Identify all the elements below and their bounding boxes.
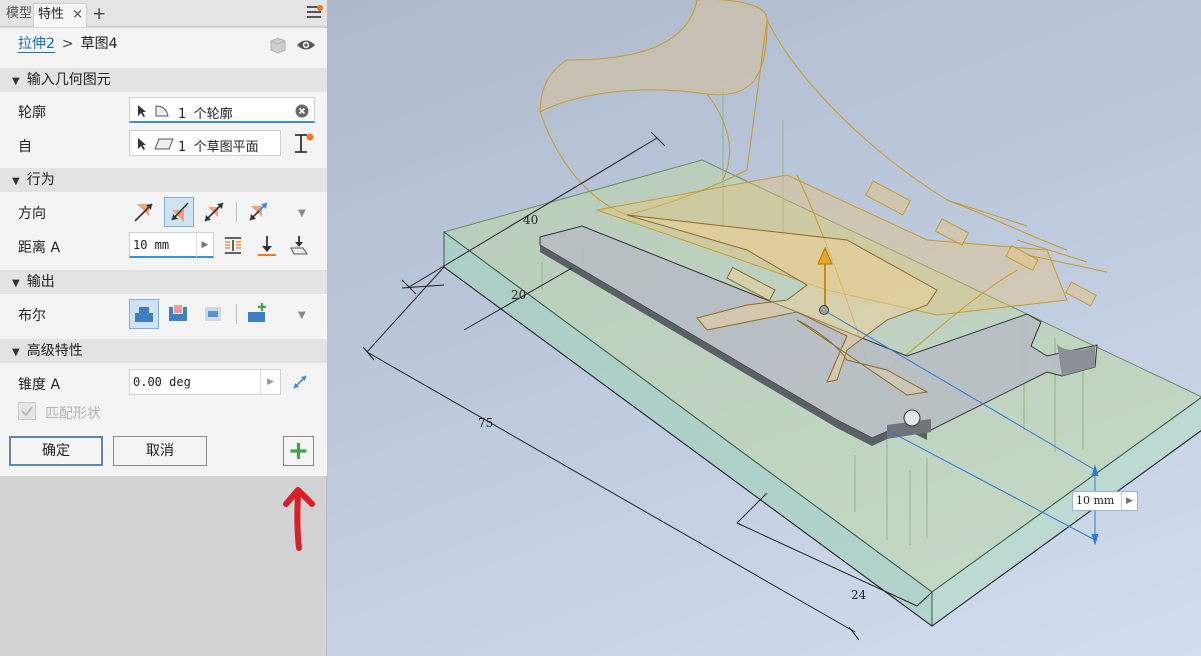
through-next-icon[interactable] bbox=[256, 234, 278, 258]
eye-icon[interactable] bbox=[296, 38, 316, 52]
from-label: 自 bbox=[18, 139, 32, 155]
section-input-geometry[interactable]: ▼ 输入几何图元 bbox=[0, 68, 327, 92]
properties-panel: 模型 特性 × + 拉伸2 > 草图4 ▼ 输入几何图元 轮廓 1 个轮廓 自 … bbox=[0, 0, 327, 656]
tab-properties-label: 特性 bbox=[38, 7, 65, 22]
direction-asymmetric-button[interactable] bbox=[243, 197, 273, 227]
profile-selector[interactable]: 1 个轮廓 bbox=[129, 97, 315, 123]
new-solid-button[interactable] bbox=[243, 299, 273, 329]
collapse-triangle-icon: ▼ bbox=[12, 76, 20, 87]
breadcrumb: 拉伸2 > 草图4 bbox=[18, 32, 118, 56]
model-scene: 40 20 75 24 bbox=[362, 0, 1201, 641]
distance-icon[interactable] bbox=[221, 234, 245, 258]
collapse-triangle-icon: ▼ bbox=[12, 176, 20, 187]
distance-value: 10 mm bbox=[133, 238, 170, 252]
cut-icon bbox=[169, 305, 187, 321]
collapse-triangle-icon: ▼ bbox=[12, 347, 20, 358]
chevron-right-icon: > bbox=[61, 36, 74, 52]
distance-input[interactable]: 10 mm ▶ bbox=[129, 232, 214, 258]
direction-default-button[interactable] bbox=[129, 197, 159, 227]
direction-label: 方向 bbox=[18, 206, 46, 222]
dimension-75: 75 bbox=[478, 416, 493, 430]
taper-value: 0.00 deg bbox=[133, 375, 191, 389]
direction-symmetric-icon bbox=[204, 202, 224, 222]
direction-flipped-button[interactable] bbox=[164, 197, 194, 227]
taper-label: 锥度 A bbox=[18, 377, 61, 393]
from-value: 1 个草图平面 bbox=[178, 140, 259, 155]
breadcrumb-sketch: 草图4 bbox=[80, 36, 118, 52]
distance-mini-toolbar[interactable]: 10 mm ▶ bbox=[1072, 491, 1138, 511]
collapse-triangle-icon: ▼ bbox=[12, 278, 20, 289]
section-advanced[interactable]: ▼ 高级特性 bbox=[0, 339, 327, 363]
cut-button[interactable] bbox=[164, 299, 194, 329]
cancel-button[interactable]: 取消 bbox=[113, 436, 207, 466]
section-title: 行为 bbox=[26, 172, 55, 188]
profile-value: 1 个轮廓 bbox=[178, 107, 233, 122]
breadcrumb-feature-link[interactable]: 拉伸2 bbox=[18, 36, 55, 53]
taper-menu-arrow[interactable]: ▶ bbox=[260, 370, 280, 394]
tab-model[interactable]: 模型 bbox=[2, 3, 36, 27]
chevron-down-icon[interactable]: ▼ bbox=[298, 208, 306, 219]
from-selector[interactable]: 1 个草图平面 bbox=[129, 130, 281, 156]
section-title: 高级特性 bbox=[26, 343, 83, 359]
taper-input[interactable]: 0.00 deg ▶ bbox=[129, 369, 281, 395]
tab-properties[interactable]: 特性 × bbox=[33, 3, 87, 27]
section-behavior[interactable]: ▼ 行为 bbox=[0, 168, 327, 192]
flip-icon[interactable] bbox=[291, 132, 317, 156]
add-button[interactable] bbox=[283, 436, 314, 466]
join-icon bbox=[135, 307, 153, 322]
ok-button[interactable]: 确定 bbox=[9, 436, 103, 466]
distance-label: 距离 A bbox=[18, 240, 61, 256]
match-shape-checkbox[interactable] bbox=[18, 402, 36, 420]
chevron-right-icon[interactable]: ▶ bbox=[1121, 492, 1137, 510]
distance-mini-value[interactable]: 10 mm bbox=[1076, 494, 1114, 507]
arrow-up-annotation bbox=[283, 487, 315, 551]
graphics-viewport[interactable]: 40 20 75 24 10 mm ▶ bbox=[327, 0, 1201, 656]
direction-symmetric-button[interactable] bbox=[199, 197, 229, 227]
to-icon[interactable] bbox=[288, 234, 310, 258]
dimension-20: 20 bbox=[511, 288, 526, 302]
divider bbox=[236, 202, 237, 222]
add-tab-button[interactable]: + bbox=[92, 3, 106, 25]
intersect-button[interactable] bbox=[199, 299, 229, 329]
divider bbox=[236, 304, 237, 324]
join-button[interactable] bbox=[129, 299, 159, 329]
select-arrow-icon bbox=[138, 105, 146, 117]
notification-dot bbox=[317, 5, 323, 11]
chevron-down-icon[interactable]: ▼ bbox=[298, 310, 306, 321]
direction-flipped-icon bbox=[171, 202, 189, 222]
panel-tab-bar: 模型 特性 × + bbox=[0, 0, 327, 27]
profile-icon bbox=[155, 105, 169, 117]
dimension-40: 40 bbox=[523, 213, 538, 227]
boolean-label: 布尔 bbox=[18, 308, 46, 324]
section-title: 输入几何图元 bbox=[26, 72, 111, 88]
plane-icon bbox=[154, 138, 174, 150]
close-icon[interactable]: × bbox=[72, 4, 83, 26]
intersect-icon bbox=[205, 307, 221, 321]
section-title: 输出 bbox=[26, 274, 55, 290]
add-icon bbox=[290, 443, 307, 459]
distance-menu-arrow[interactable]: ▶ bbox=[196, 233, 213, 257]
section-output[interactable]: ▼ 输出 bbox=[0, 270, 327, 294]
select-arrow-icon bbox=[138, 138, 146, 150]
taper-flip-icon[interactable] bbox=[290, 372, 310, 392]
profile-label: 轮廓 bbox=[18, 105, 46, 121]
direction-asymmetric-icon bbox=[249, 202, 268, 221]
match-shape-label: 匹配形状 bbox=[45, 406, 101, 422]
check-icon bbox=[21, 406, 33, 417]
direction-default-icon bbox=[134, 203, 153, 222]
cube-icon[interactable] bbox=[268, 36, 288, 54]
dimension-24: 24 bbox=[851, 588, 867, 602]
new-solid-icon bbox=[248, 303, 266, 322]
panel-content: 拉伸2 > 草图4 ▼ 输入几何图元 轮廓 1 个轮廓 自 1 个草图平面 ▼ … bbox=[0, 28, 327, 476]
clear-icon[interactable] bbox=[295, 104, 309, 118]
